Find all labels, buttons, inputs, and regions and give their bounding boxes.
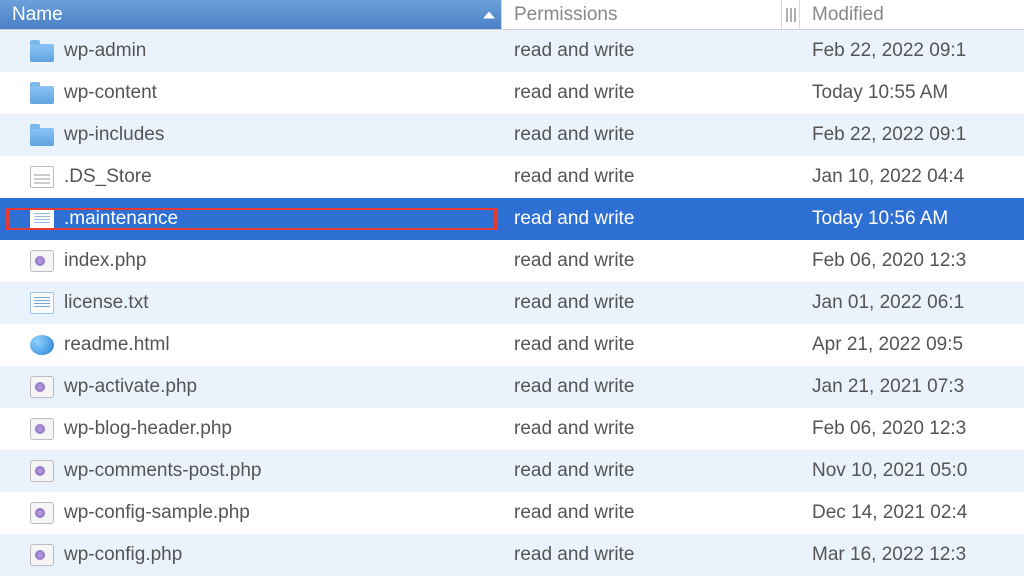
cell-name: readme.html bbox=[0, 334, 502, 356]
file-name: wp-admin bbox=[64, 40, 146, 62]
column-label: Permissions bbox=[514, 4, 617, 26]
cell-permissions: read and write bbox=[502, 40, 800, 62]
cell-modified: Feb 22, 2022 09:1 bbox=[800, 40, 1024, 62]
cell-name: wp-admin bbox=[0, 40, 502, 62]
column-options-grip[interactable] bbox=[782, 0, 800, 29]
cell-name: license.txt bbox=[0, 292, 502, 314]
cell-permissions: read and write bbox=[502, 376, 800, 398]
file-name: wp-blog-header.php bbox=[64, 418, 232, 440]
file-name: .maintenance bbox=[64, 208, 178, 230]
cell-permissions: read and write bbox=[502, 418, 800, 440]
table-row[interactable]: wp-admin read and writeFeb 22, 2022 09:1 bbox=[0, 30, 1024, 72]
cell-permissions: read and write bbox=[502, 460, 800, 482]
table-row[interactable]: wp-activate.php read and writeJan 21, 202… bbox=[0, 366, 1024, 408]
cell-name: .maintenance bbox=[0, 208, 502, 230]
file-name: index.php bbox=[64, 250, 146, 272]
cell-modified: Jan 01, 2022 06:1 bbox=[800, 292, 1024, 314]
folder-icon bbox=[30, 44, 54, 62]
file-name: wp-content bbox=[64, 82, 157, 104]
file-name: wp-includes bbox=[64, 124, 164, 146]
php-icon bbox=[30, 502, 54, 524]
table-row[interactable]: index.php read and writeFeb 06, 2020 12:3 bbox=[0, 240, 1024, 282]
column-header-name[interactable]: Name bbox=[0, 0, 502, 29]
cell-modified: Today 10:56 AM bbox=[800, 208, 1024, 230]
table-row[interactable]: readme.html read and writeApr 21, 2022 09… bbox=[0, 324, 1024, 366]
html-icon bbox=[30, 335, 54, 355]
cell-permissions: read and write bbox=[502, 250, 800, 272]
cell-modified: Mar 16, 2022 12:3 bbox=[800, 544, 1024, 566]
cell-modified: Nov 10, 2021 05:0 bbox=[800, 460, 1024, 482]
cell-modified: Feb 06, 2020 12:3 bbox=[800, 418, 1024, 440]
column-label: Modified bbox=[812, 4, 884, 26]
cell-modified: Apr 21, 2022 09:5 bbox=[800, 334, 1024, 356]
file-name: wp-comments-post.php bbox=[64, 460, 261, 482]
file-name: wp-config.php bbox=[64, 544, 182, 566]
grip-icon bbox=[786, 8, 796, 22]
table-row[interactable]: .maintenance read and writeToday 10:56 AM bbox=[0, 198, 1024, 240]
table-header: Name Permissions Modified bbox=[0, 0, 1024, 30]
file-icon bbox=[30, 166, 54, 188]
txt-icon bbox=[30, 292, 54, 314]
folder-icon bbox=[30, 86, 54, 104]
cell-permissions: read and write bbox=[502, 502, 800, 524]
cell-name: wp-content bbox=[0, 82, 502, 104]
table-body: wp-adminread and writeFeb 22, 2022 09:1w… bbox=[0, 30, 1024, 576]
sort-ascending-icon bbox=[483, 11, 495, 18]
column-header-permissions[interactable]: Permissions bbox=[502, 0, 782, 29]
file-name: wp-activate.php bbox=[64, 376, 197, 398]
cell-modified: Jan 10, 2022 04:4 bbox=[800, 166, 1024, 188]
php-icon bbox=[30, 418, 54, 440]
cell-permissions: read and write bbox=[502, 82, 800, 104]
column-header-modified[interactable]: Modified bbox=[800, 0, 1024, 29]
txt-icon bbox=[30, 208, 54, 230]
table-row[interactable]: license.txt read and writeJan 01, 2022 06… bbox=[0, 282, 1024, 324]
cell-permissions: read and write bbox=[502, 544, 800, 566]
cell-modified: Feb 06, 2020 12:3 bbox=[800, 250, 1024, 272]
file-name: wp-config-sample.php bbox=[64, 502, 250, 524]
cell-modified: Today 10:55 AM bbox=[800, 82, 1024, 104]
cell-name: index.php bbox=[0, 250, 502, 272]
cell-permissions: read and write bbox=[502, 166, 800, 188]
cell-name: wp-blog-header.php bbox=[0, 418, 502, 440]
cell-permissions: read and write bbox=[502, 292, 800, 314]
cell-name: wp-activate.php bbox=[0, 376, 502, 398]
cell-permissions: read and write bbox=[502, 124, 800, 146]
table-row[interactable]: wp-config.php read and writeMar 16, 2022 … bbox=[0, 534, 1024, 576]
folder-icon bbox=[30, 128, 54, 146]
cell-name: wp-config-sample.php bbox=[0, 502, 502, 524]
table-row[interactable]: wp-blog-header.php read and writeFeb 06, … bbox=[0, 408, 1024, 450]
column-label: Name bbox=[12, 4, 63, 26]
file-list-table: Name Permissions Modified wp-admin read a… bbox=[0, 0, 1024, 576]
table-row[interactable]: .DS_Store read and writeJan 10, 2022 04:4 bbox=[0, 156, 1024, 198]
cell-modified: Dec 14, 2021 02:4 bbox=[800, 502, 1024, 524]
file-name: license.txt bbox=[64, 292, 148, 314]
php-icon bbox=[30, 376, 54, 398]
table-row[interactable]: wp-content read and writeToday 10:55 AM bbox=[0, 72, 1024, 114]
table-row[interactable]: wp-comments-post.php read and writeNov 10… bbox=[0, 450, 1024, 492]
table-row[interactable]: wp-config-sample.php read and writeDec 14… bbox=[0, 492, 1024, 534]
php-icon bbox=[30, 460, 54, 482]
file-name: readme.html bbox=[64, 334, 170, 356]
table-row[interactable]: wp-includes read and writeFeb 22, 2022 09… bbox=[0, 114, 1024, 156]
php-icon bbox=[30, 250, 54, 272]
cell-name: wp-comments-post.php bbox=[0, 460, 502, 482]
cell-name: .DS_Store bbox=[0, 166, 502, 188]
php-icon bbox=[30, 544, 54, 566]
cell-permissions: read and write bbox=[502, 334, 800, 356]
cell-modified: Feb 22, 2022 09:1 bbox=[800, 124, 1024, 146]
cell-modified: Jan 21, 2021 07:3 bbox=[800, 376, 1024, 398]
file-name: .DS_Store bbox=[64, 166, 152, 188]
cell-name: wp-config.php bbox=[0, 544, 502, 566]
cell-name: wp-includes bbox=[0, 124, 502, 146]
cell-permissions: read and write bbox=[502, 208, 800, 230]
